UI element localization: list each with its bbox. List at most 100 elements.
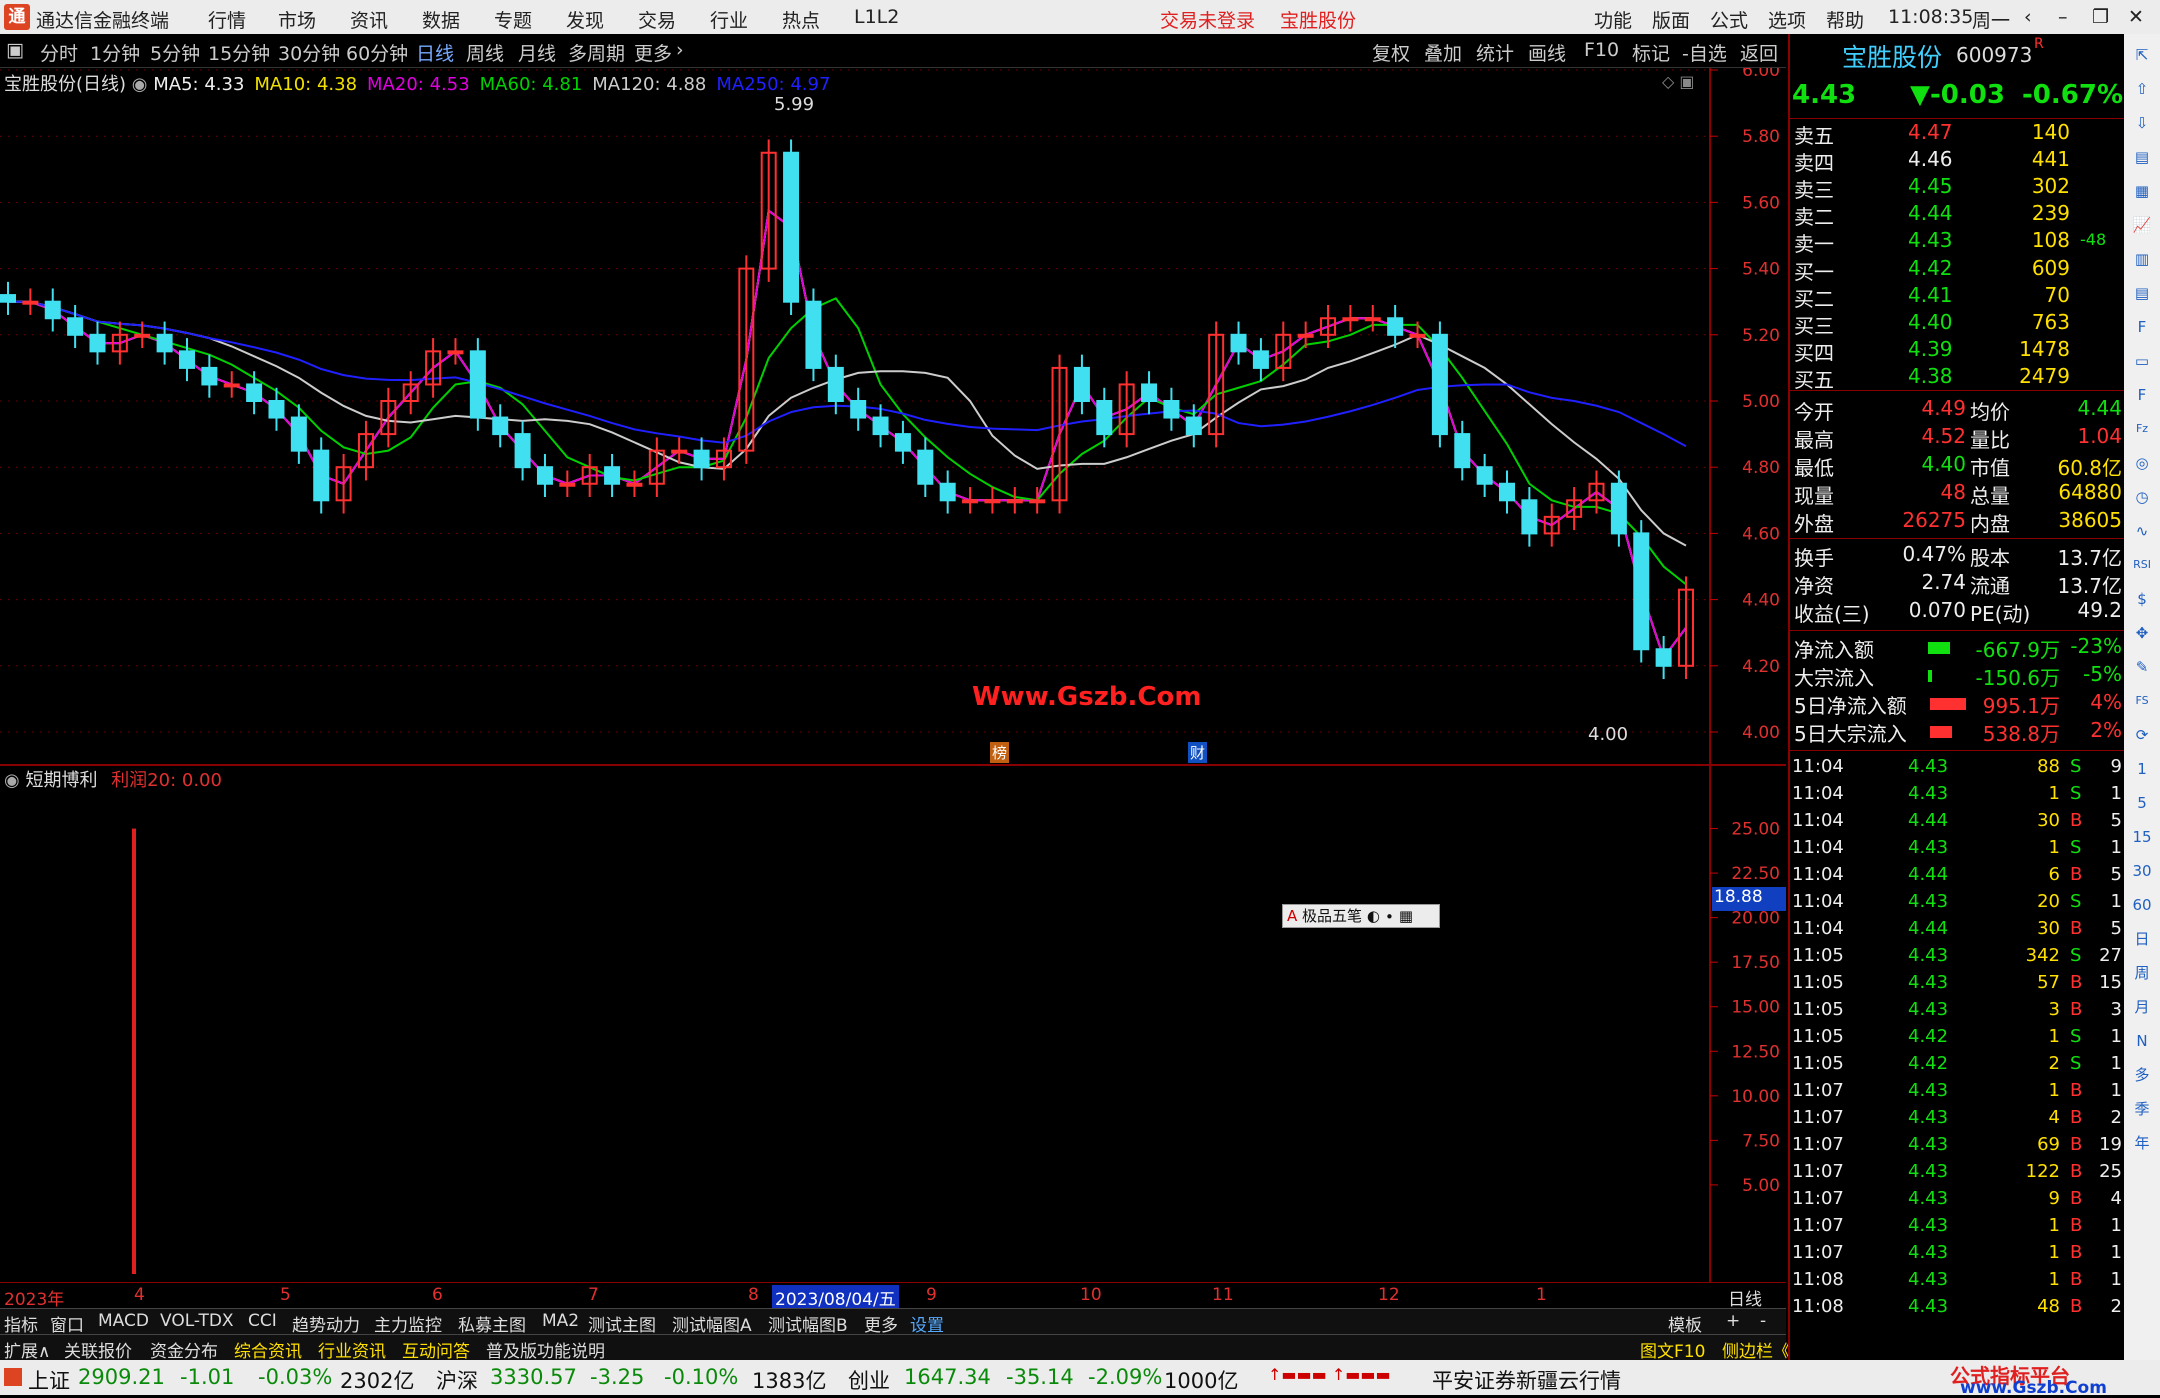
fs-icon[interactable]: FS [2129,688,2155,714]
period-shortcut-31[interactable]: 季 [2129,1096,2155,1122]
chart-icon[interactable]: 📈 [2129,212,2155,238]
candle-body[interactable] [962,499,979,504]
candle-body[interactable] [223,383,240,388]
menu-shichang[interactable]: 市场 [278,6,316,33]
index-cy-name[interactable]: 创业 [848,1365,890,1395]
action-huaxian[interactable]: 画线 [1528,39,1566,66]
menu-banmian[interactable]: 版面 [1652,6,1690,33]
tab-cebianlan[interactable]: 侧边栏《 [1722,1337,1790,1362]
close-icon[interactable]: ✕ [2128,6,2144,28]
candle-body[interactable] [1655,648,1672,667]
period-shortcut-26[interactable]: 日 [2129,926,2155,952]
candle-body[interactable] [492,416,509,436]
candle-body[interactable] [268,400,285,419]
rsi-icon[interactable]: RSI [2129,552,2155,578]
doc-icon[interactable]: ▭ [2129,348,2155,374]
candle-body[interactable] [850,400,867,419]
candle-body[interactable] [671,449,688,454]
candle-body[interactable] [1521,499,1538,535]
index-sh-name[interactable]: 上证 [28,1365,70,1395]
tab-gengduo[interactable]: 更多 [864,1311,898,1336]
candle-body[interactable] [1006,499,1023,504]
candle-body[interactable] [1364,317,1381,322]
ask-price[interactable]: 4.47 [1908,120,1953,144]
f-icon[interactable]: F [2129,382,2155,408]
login-status[interactable]: 交易未登录 [1160,6,1255,33]
candle-body[interactable] [872,416,889,436]
period-shortcut-30[interactable]: 多 [2129,1062,2155,1088]
period-shortcut-28[interactable]: 月 [2129,994,2155,1020]
remove-button[interactable]: - [1760,1311,1766,1331]
period-multi[interactable]: 多周期 [568,39,625,66]
candle-body[interactable] [1163,400,1180,419]
pencil-icon[interactable]: ✎ [2129,654,2155,680]
ask-price[interactable]: 4.43 [1908,228,1953,252]
tab-macd[interactable]: MACD [98,1311,149,1331]
menu-shuju[interactable]: 数据 [422,6,460,33]
candle-body[interactable] [1499,482,1516,502]
menu-xuanxiang[interactable]: 选项 [1768,6,1806,33]
candle-body[interactable] [22,300,39,305]
toolbar-toggle-icon[interactable]: ▣ [6,39,24,61]
candle-body[interactable] [1409,333,1426,338]
bid-price[interactable]: 4.42 [1908,256,1953,280]
menu-gongneng[interactable]: 功能 [1594,6,1632,33]
ime-popup[interactable]: A 极品五笔 ◐ ∙ ▦ [1282,904,1440,928]
candle-body[interactable] [827,366,844,402]
down-icon[interactable]: ⇩ [2129,110,2155,136]
tab-pujiban[interactable]: 普及版功能说明 [486,1337,605,1362]
candle-body[interactable] [536,466,553,485]
tab-ceshizhutu[interactable]: 测试主图 [588,1311,656,1336]
tab-zhibiao[interactable]: 指标 [4,1311,38,1336]
tab-chuangkou[interactable]: 窗口 [50,1311,84,1336]
circle-icon[interactable]: ◎ [2129,450,2155,476]
period-shortcut-27[interactable]: 周 [2129,960,2155,986]
candle-body[interactable] [1476,466,1493,485]
f10-icon[interactable]: F [2129,314,2155,340]
action-tongji[interactable]: 统计 [1476,39,1514,66]
period-1min[interactable]: 1分钟 [90,39,140,66]
bid-price[interactable]: 4.39 [1908,337,1953,361]
menu-l1l2[interactable]: L1L2 [854,6,899,28]
period-60min[interactable]: 60分钟 [346,39,408,66]
kline-chart[interactable]: 6.00 5.80 5.60 5.40 5.20 5.00 4.80 4.60 4.40 4.20… [0,61,1786,764]
tab-tuwen-f10[interactable]: 图文F10 [1640,1337,1705,1362]
candle-body[interactable] [313,449,330,502]
menu-zixun[interactable]: 资讯 [350,6,388,33]
tab-shezhi[interactable]: 设置 [910,1311,944,1336]
news-icon[interactable]: ▤ [2129,280,2155,306]
server-name[interactable]: 平安证券新疆云行情 [1432,1365,1621,1395]
dollar-icon[interactable]: $ [2129,586,2155,612]
chevron-right-icon[interactable]: › [676,39,684,61]
candle-body[interactable] [559,482,576,487]
finance-marker[interactable]: 财 [1188,742,1208,763]
action-zixuan[interactable]: -自选 [1682,39,1727,66]
candle-body[interactable] [469,350,486,419]
legend-circle-icon[interactable]: ◉ [4,770,20,791]
candle-body[interactable] [1610,482,1627,535]
menu-faxian[interactable]: 发现 [566,6,604,33]
candle-body[interactable] [1141,383,1158,403]
candle-body[interactable] [447,350,464,355]
candle-body[interactable] [246,383,263,403]
period-shortcut-22[interactable]: 5 [2129,790,2155,816]
minimize-icon[interactable]: – [2058,6,2068,28]
wave-icon[interactable]: ∿ [2129,518,2155,544]
candle-body[interactable] [693,449,710,469]
period-shortcut-32[interactable]: 年 [2129,1130,2155,1156]
add-button[interactable]: + [1726,1311,1740,1331]
candle-body[interactable] [1096,400,1113,436]
action-diejia[interactable]: 叠加 [1424,39,1462,66]
ask-price[interactable]: 4.46 [1908,147,1953,171]
menu-bangzhu[interactable]: 帮助 [1826,6,1864,33]
list-icon[interactable]: ▤ [2129,144,2155,170]
candle-body[interactable] [626,482,643,487]
candle-body[interactable] [67,317,84,336]
candle-body[interactable] [1454,433,1471,469]
tab-ma2[interactable]: MA2 [542,1311,579,1331]
candle-body[interactable] [917,449,934,485]
period-shortcut-25[interactable]: 60 [2129,892,2155,918]
period-5min[interactable]: 5分钟 [150,39,200,66]
candle-body[interactable] [1387,317,1404,336]
candle-body[interactable] [1342,317,1359,322]
